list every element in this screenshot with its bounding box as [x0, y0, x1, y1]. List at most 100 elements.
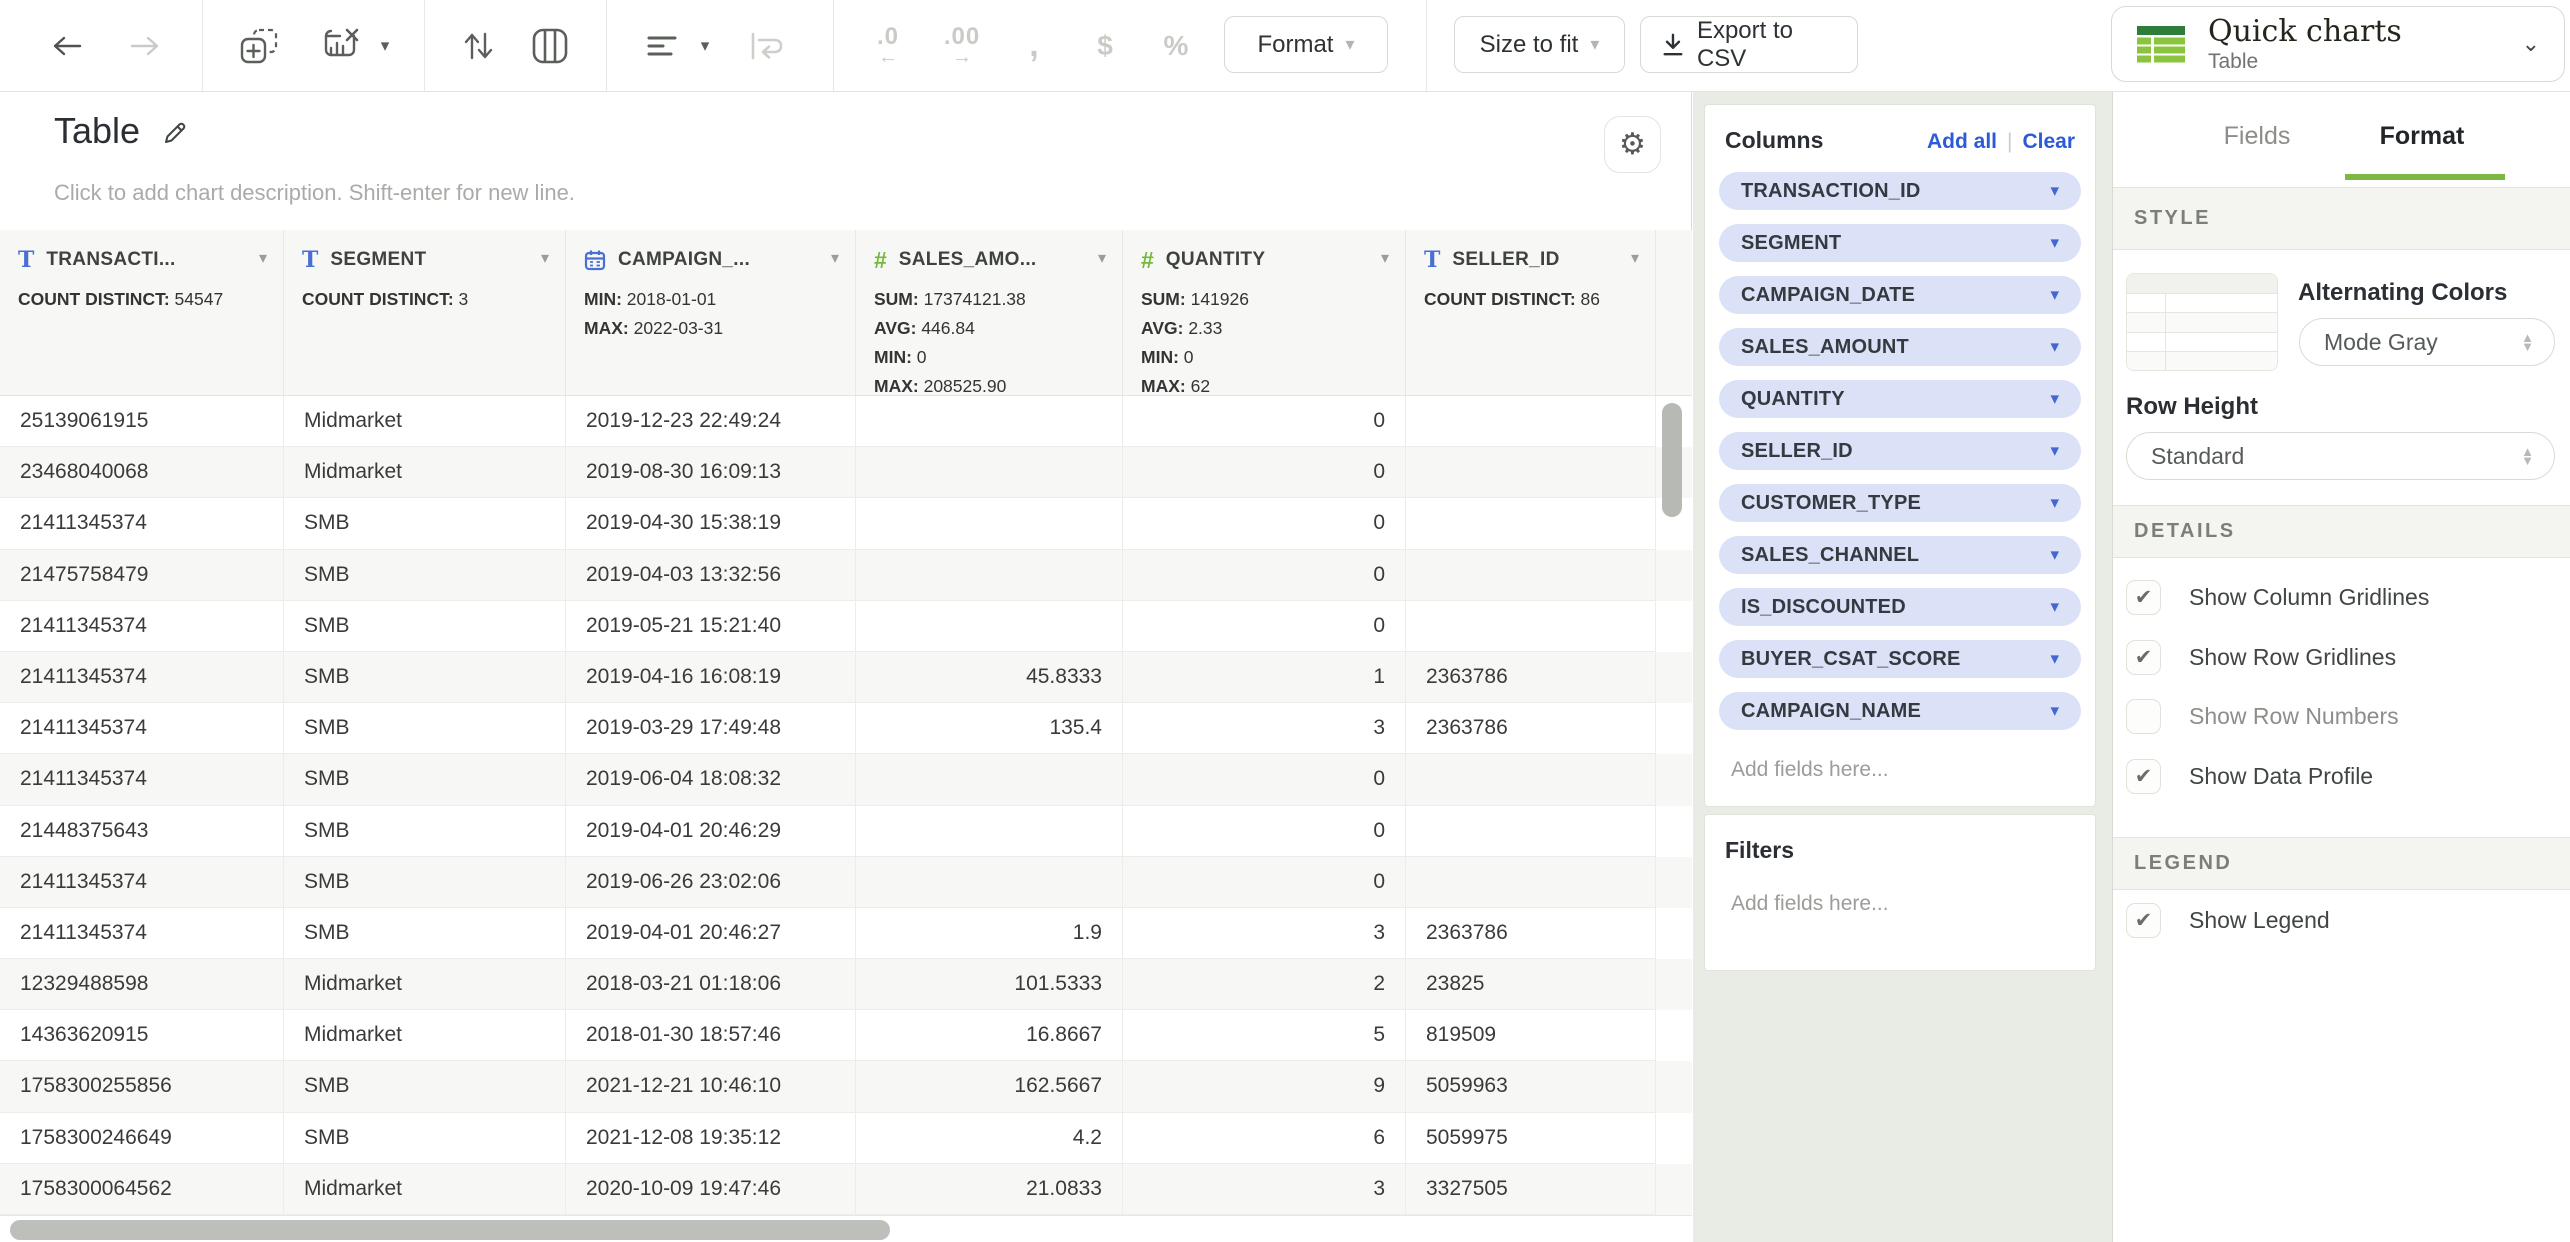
column-data-profile: SUM: 141926AVG: 2.33MIN: 0MAX: 62: [1141, 285, 1387, 401]
chart-settings-button[interactable]: ⚙: [1604, 116, 1661, 173]
checkbox-show-column-gridlines[interactable]: ✔: [2126, 580, 2161, 615]
legend-section-heading: LEGEND: [2113, 837, 2570, 890]
table-cell: SMB: [284, 498, 566, 549]
column-header-quantity[interactable]: #QUANTITY▾SUM: 141926AVG: 2.33MIN: 0MAX:…: [1123, 230, 1406, 395]
column-header-seller-id[interactable]: TSELLER_ID▾COUNT DISTINCT: 86: [1406, 230, 1656, 395]
style-section-heading: STYLE: [2113, 187, 2570, 250]
field-pill-quantity[interactable]: QUANTITY▾: [1719, 380, 2081, 418]
field-pill-campaign_date[interactable]: CAMPAIGN_DATE▾: [1719, 276, 2081, 314]
vertical-scrollbar[interactable]: [1662, 403, 1682, 517]
field-pill-caret-icon[interactable]: ▾: [2050, 493, 2059, 513]
data-table: TTRANSACTI...▾COUNT DISTINCT: 54547TSEGM…: [0, 230, 1692, 1215]
table-cell: 2019-03-29 17:49:48: [566, 703, 856, 754]
column-menu-caret-icon[interactable]: ▾: [1381, 248, 1389, 268]
table-row: 21411345374SMB2019-06-04 18:08:320: [0, 754, 1692, 805]
checkbox-show-legend[interactable]: ✔: [2126, 903, 2161, 938]
table-row: 1758300255856SMB2021-12-21 10:46:10162.5…: [0, 1061, 1692, 1112]
field-pill-caret-icon[interactable]: ▾: [2050, 545, 2059, 565]
checkbox-show-row-gridlines[interactable]: ✔: [2126, 640, 2161, 675]
column-header-transacti-[interactable]: TTRANSACTI...▾COUNT DISTINCT: 54547: [0, 230, 284, 395]
field-pill-sales_amount[interactable]: SALES_AMOUNT ▾: [1719, 328, 2081, 366]
column-header-sales-amo-[interactable]: #SALES_AMO...▾SUM: 17374121.38AVG: 446.8…: [856, 230, 1123, 395]
table-cell: [856, 601, 1123, 652]
field-pill-label: SELLER_ID: [1719, 440, 1853, 463]
field-pill-campaign_name[interactable]: CAMPAIGN_NAME ▾: [1719, 692, 2081, 730]
decrease-decimals-icon[interactable]: .0←: [862, 0, 914, 91]
option-row: ✔Show Row Gridlines: [2126, 640, 2396, 675]
alternating-colors-select[interactable]: Mode Gray ▲▼: [2299, 318, 2555, 366]
forward-icon[interactable]: [124, 0, 166, 91]
tab-format[interactable]: Format: [2352, 122, 2492, 151]
field-pill-seller_id[interactable]: SELLER_ID ▾: [1719, 432, 2081, 470]
sort-icon[interactable]: [456, 0, 500, 91]
table-cell: 16.8667: [856, 1010, 1123, 1061]
checkbox-show-row-numbers[interactable]: [2126, 699, 2161, 734]
table-cell: 1: [1123, 652, 1406, 703]
table-cell: 5059975: [1406, 1113, 1656, 1164]
table-cell: 2021-12-08 19:35:12: [566, 1113, 856, 1164]
table-cell: 2019-05-21 15:21:40: [566, 601, 856, 652]
currency-format-icon[interactable]: $: [1085, 0, 1125, 91]
field-pill-caret-icon[interactable]: ▾: [2050, 441, 2059, 461]
back-icon[interactable]: [46, 0, 88, 91]
add-all-link[interactable]: Add all: [1927, 130, 1997, 154]
field-pill-is_discounted[interactable]: IS_DISCOUNTED▾: [1719, 588, 2081, 626]
column-menu-caret-icon[interactable]: ▾: [1631, 248, 1639, 268]
table-cell: SMB: [284, 908, 566, 959]
field-pill-caret-icon[interactable]: ▾: [2050, 597, 2059, 617]
format-button[interactable]: Format ▾: [1224, 16, 1388, 73]
toolbar-divider: [833, 0, 834, 91]
field-pill-caret-icon[interactable]: ▾: [2050, 389, 2059, 409]
table-cell: 162.5667: [856, 1061, 1123, 1112]
field-pill-customer_type[interactable]: CUSTOMER_TYPE▾: [1719, 484, 2081, 522]
clear-link[interactable]: Clear: [2022, 130, 2075, 154]
add-chart-icon[interactable]: [236, 0, 282, 91]
field-pill-caret-icon[interactable]: ▾: [2050, 285, 2059, 305]
filters-drop-area[interactable]: Add fields here...: [1705, 864, 2095, 916]
align-caret-icon[interactable]: ▾: [692, 0, 718, 91]
table-cell: 0: [1123, 550, 1406, 601]
columns-drop-area[interactable]: Add fields here...: [1705, 744, 2095, 782]
column-menu-caret-icon[interactable]: ▾: [259, 248, 267, 268]
column-data-profile: MIN: 2018-01-01MAX: 2022-03-31: [584, 285, 837, 343]
tab-fields[interactable]: Fields: [2187, 122, 2327, 151]
table-row: 23468040068Midmarket2019-08-30 16:09:130: [0, 447, 1692, 498]
remove-chart-icon[interactable]: [316, 0, 364, 91]
table-cell: 101.5333: [856, 959, 1123, 1010]
field-pill-label: SALES_AMOUNT: [1719, 336, 1909, 359]
column-menu-caret-icon[interactable]: ▾: [831, 248, 839, 268]
table-cell: SMB: [284, 754, 566, 805]
column-header-segment[interactable]: TSEGMENT▾COUNT DISTINCT: 3: [284, 230, 566, 395]
chart-type-picker[interactable]: Quick charts Table ⌄: [2111, 6, 2565, 82]
number-type-icon: #: [1141, 247, 1154, 274]
field-pill-caret-icon[interactable]: ▾: [2050, 337, 2059, 357]
field-pill-sales_channel[interactable]: SALES_CHANNEL▾: [1719, 536, 2081, 574]
align-left-icon[interactable]: [642, 0, 682, 91]
wrap-text-icon[interactable]: [744, 0, 790, 91]
field-pill-caret-icon[interactable]: ▾: [2050, 181, 2059, 201]
percent-format-icon[interactable]: %: [1156, 0, 1196, 91]
table-cell: 21475758479: [0, 550, 284, 601]
field-pill-label: CAMPAIGN_NAME: [1719, 700, 1921, 723]
column-menu-caret-icon[interactable]: ▾: [1098, 248, 1106, 268]
comma-format-icon[interactable]: ,: [1014, 0, 1054, 91]
columns-layout-icon[interactable]: [526, 0, 574, 91]
horizontal-scrollbar[interactable]: [10, 1220, 890, 1240]
remove-chart-caret-icon[interactable]: ▾: [372, 0, 398, 91]
column-header-campaign-[interactable]: CAMPAIGN_...▾MIN: 2018-01-01MAX: 2022-03…: [566, 230, 856, 395]
edit-title-icon[interactable]: [160, 118, 190, 153]
increase-decimals-icon[interactable]: .00→: [932, 0, 992, 91]
format-button-label: Format: [1257, 31, 1333, 59]
field-pill-caret-icon[interactable]: ▾: [2050, 701, 2059, 721]
field-pill-caret-icon[interactable]: ▾: [2050, 233, 2059, 253]
field-pill-segment[interactable]: SEGMENT▾: [1719, 224, 2081, 262]
size-to-fit-button[interactable]: Size to fit ▾: [1454, 16, 1625, 73]
checkbox-show-data-profile[interactable]: ✔: [2126, 759, 2161, 794]
field-pill-transaction_id[interactable]: TRANSACTION_ID▾: [1719, 172, 2081, 210]
chart-description-placeholder[interactable]: Click to add chart description. Shift-en…: [54, 180, 575, 206]
row-height-select[interactable]: Standard ▲▼: [2126, 432, 2555, 480]
field-pill-buyer_csat_score[interactable]: BUYER_CSAT_SCORE▾: [1719, 640, 2081, 678]
column-menu-caret-icon[interactable]: ▾: [541, 248, 549, 268]
export-csv-button[interactable]: Export to CSV: [1640, 16, 1858, 73]
field-pill-caret-icon[interactable]: ▾: [2050, 649, 2059, 669]
